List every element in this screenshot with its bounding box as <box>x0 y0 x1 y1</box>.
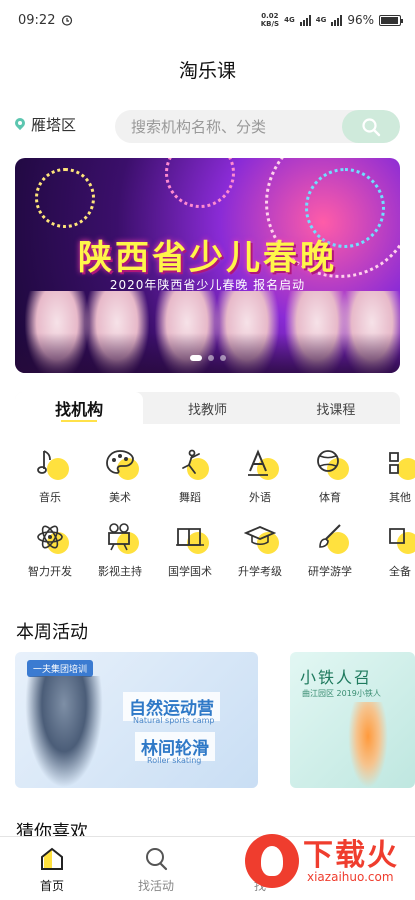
banner-subtitle: 2020年陕西省少儿春晚 报名启动 <box>109 278 306 292</box>
category-grid: 音乐 美术 舞蹈 外语 体育 其他 智力开发 影视主持 国学国术 升学考级 研学… <box>15 434 415 584</box>
category-exam-grading[interactable]: 升学考级 <box>225 518 295 579</box>
network-type-label: 4G <box>284 16 295 24</box>
location-selector[interactable]: 雁塔区 <box>15 114 76 135</box>
promo-banner[interactable]: 陕西省少儿春晚 2020年陕西省少儿春晚 报名启动 <box>15 158 400 373</box>
banner-title: 陕西省少儿春晚 <box>78 238 337 278</box>
category-film-hosting[interactable]: 影视主持 <box>85 518 155 579</box>
network-type-label-2: 4G <box>315 16 327 24</box>
camera-icon <box>108 523 130 551</box>
category-chinese-studies[interactable]: 国学国术 <box>155 518 225 579</box>
category-music[interactable]: 音乐 <box>15 444 85 505</box>
category-all[interactable]: 全备 <box>365 518 415 579</box>
music-icon <box>37 450 51 474</box>
tab-find-course[interactable]: 找课程 <box>272 392 400 424</box>
activity-card[interactable]: 一夫集团培训 自然运动营 Natural sports camp 林间轮滑 Ro… <box>15 652 258 788</box>
firework-decoration <box>35 168 95 228</box>
activity-card[interactable]: 小铁人召 曲江园区 2019小铁人 <box>290 652 415 788</box>
battery-icon <box>379 14 403 26</box>
more-icon <box>389 452 399 474</box>
search-input[interactable]: 搜索机构名称、分类 <box>115 110 400 143</box>
more-icon <box>389 528 405 544</box>
flame-logo-icon <box>245 834 299 888</box>
category-art[interactable]: 美术 <box>85 444 155 505</box>
alarm-icon <box>62 15 73 26</box>
activity-heading-en: Roller skating <box>147 756 202 765</box>
letter-a-icon <box>248 449 268 476</box>
firework-decoration <box>165 158 235 208</box>
category-dance[interactable]: 舞蹈 <box>155 444 225 505</box>
signal-icon-2 <box>331 14 343 26</box>
watermark-text: 下载火 <box>303 838 399 873</box>
watermark: 下载火 xiazaihuo.com <box>245 830 413 894</box>
tab-find-institution[interactable]: 找机构 <box>15 392 144 424</box>
signal-icon <box>299 14 311 26</box>
tab-home[interactable]: 首页 <box>0 837 104 900</box>
location-label: 雁塔区 <box>31 116 77 134</box>
category-intelligence[interactable]: 智力开发 <box>15 518 85 579</box>
net-speed: 0.02 KB/S <box>260 12 280 28</box>
activity-heading-en: Natural sports camp <box>133 716 215 725</box>
brush-icon <box>319 524 341 548</box>
category-study-tours[interactable]: 研学游学 <box>295 518 365 579</box>
category-tabs: 找机构 找教师 找课程 <box>15 392 400 424</box>
search-button[interactable] <box>342 110 400 143</box>
activity-photo <box>348 702 388 788</box>
activity-subheading: 曲江园区 2019小铁人 <box>302 689 381 698</box>
status-bar: 09:22 0.02 KB/S 4G 4G 96% <box>0 0 415 40</box>
ball-icon <box>317 450 339 472</box>
watermark-url: xiazaihuo.com <box>307 870 394 884</box>
atom-icon <box>37 525 63 549</box>
battery-percent: 96% <box>347 13 374 27</box>
section-title-weekly: 本周活动 <box>16 622 88 643</box>
stage-floor <box>15 333 400 373</box>
activity-heading: 小铁人召 <box>300 668 373 687</box>
category-sports[interactable]: 体育 <box>295 444 365 505</box>
search-activity-icon <box>146 848 168 871</box>
book-icon <box>176 528 204 546</box>
location-pin-icon <box>15 118 25 132</box>
search-icon <box>362 117 381 136</box>
dance-icon <box>182 449 200 474</box>
category-language[interactable]: 外语 <box>225 444 295 505</box>
home-icon <box>41 847 63 870</box>
graduation-cap-icon <box>244 526 276 546</box>
carousel-indicator <box>15 355 400 361</box>
palette-icon <box>106 450 134 474</box>
tab-find-activity[interactable]: 找活动 <box>104 837 208 900</box>
activity-photo <box>25 676 103 788</box>
category-other[interactable]: 其他 <box>365 444 415 505</box>
org-logo: 一夫集团培训 <box>27 660 94 677</box>
search-placeholder: 搜索机构名称、分类 <box>131 118 267 136</box>
tab-find-teacher[interactable]: 找教师 <box>143 392 271 424</box>
search-row: 雁塔区 搜索机构名称、分类 <box>0 106 415 146</box>
status-time: 09:22 <box>18 12 56 28</box>
page-title: 淘乐课 <box>178 59 236 82</box>
